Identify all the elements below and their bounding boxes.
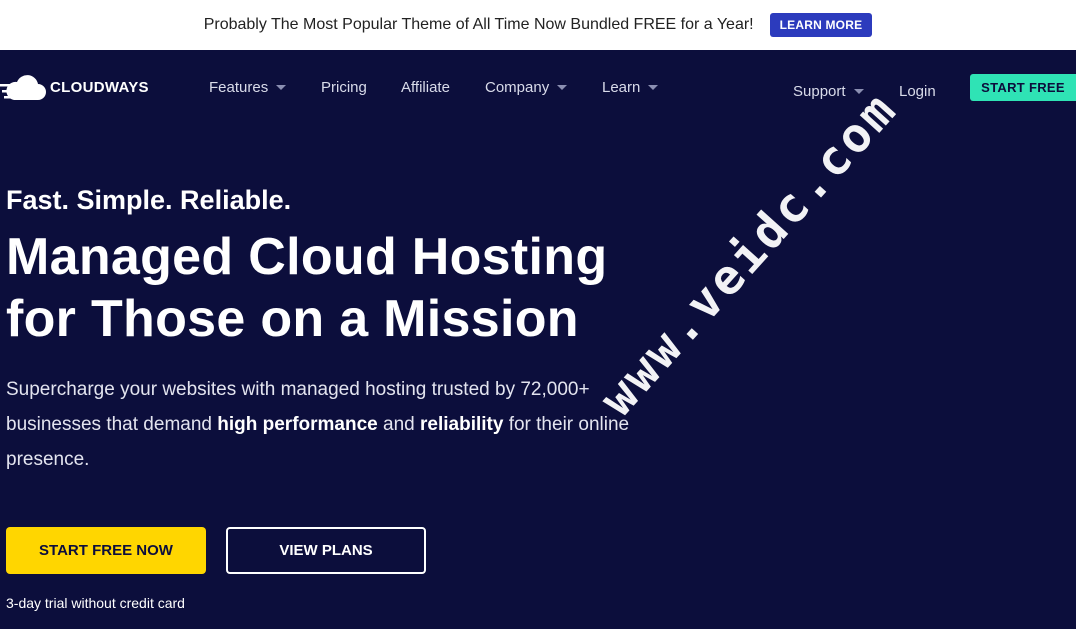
- desc-bold-reliability: reliability: [420, 414, 504, 435]
- cloud-logo-icon: [0, 75, 46, 100]
- hero-headline: Managed Cloud Hosting for Those on a Mis…: [6, 226, 607, 350]
- promo-text: Probably The Most Popular Theme of All T…: [203, 16, 754, 33]
- nav-item-label: Learn: [602, 79, 641, 96]
- chevron-down-icon: [648, 85, 659, 90]
- hero-description: Supercharge your websites with managed h…: [6, 372, 666, 477]
- chevron-down-icon: [276, 85, 287, 90]
- nav-item-label: Affiliate: [401, 79, 450, 96]
- nav-item-label: Features: [209, 79, 269, 96]
- nav-item-learn[interactable]: Learn: [602, 79, 659, 96]
- desc-text: and: [377, 414, 420, 435]
- chevron-down-icon: [557, 85, 568, 90]
- view-plans-button[interactable]: VIEW PLANS: [226, 527, 426, 574]
- hero-tagline: Fast. Simple. Reliable.: [6, 185, 292, 215]
- nav-item-label: Company: [485, 79, 550, 96]
- desc-bold-performance: high performance: [217, 414, 378, 435]
- headline-line-1: Managed Cloud Hosting: [6, 228, 608, 286]
- watermark-text: www.veidc.com: [589, 81, 909, 427]
- nav-item-pricing[interactable]: Pricing: [321, 79, 367, 96]
- start-free-button[interactable]: START FREE: [970, 74, 1076, 101]
- nav-item-features[interactable]: Features: [209, 79, 287, 96]
- learn-more-button[interactable]: LEARN MORE: [769, 13, 873, 37]
- nav-item-company[interactable]: Company: [485, 79, 568, 96]
- headline-line-2: for Those on a Mission: [6, 290, 579, 348]
- cloudways-logo[interactable]: CLOUDWAYS: [0, 70, 149, 104]
- start-free-now-button[interactable]: START FREE NOW: [6, 527, 206, 574]
- nav-item-label: Login: [899, 83, 936, 100]
- trial-note: 3-day trial without credit card: [6, 595, 185, 611]
- nav-item-label: Support: [793, 83, 846, 100]
- logo-text: CLOUDWAYS: [50, 78, 149, 96]
- nav-item-label: Pricing: [321, 79, 367, 96]
- login-link[interactable]: Login: [899, 83, 936, 100]
- nav-item-affiliate[interactable]: Affiliate: [401, 79, 450, 96]
- main-nav: CLOUDWAYS Features Pricing Affiliate Com…: [0, 50, 1076, 130]
- promo-bar: Probably The Most Popular Theme of All T…: [0, 0, 1076, 50]
